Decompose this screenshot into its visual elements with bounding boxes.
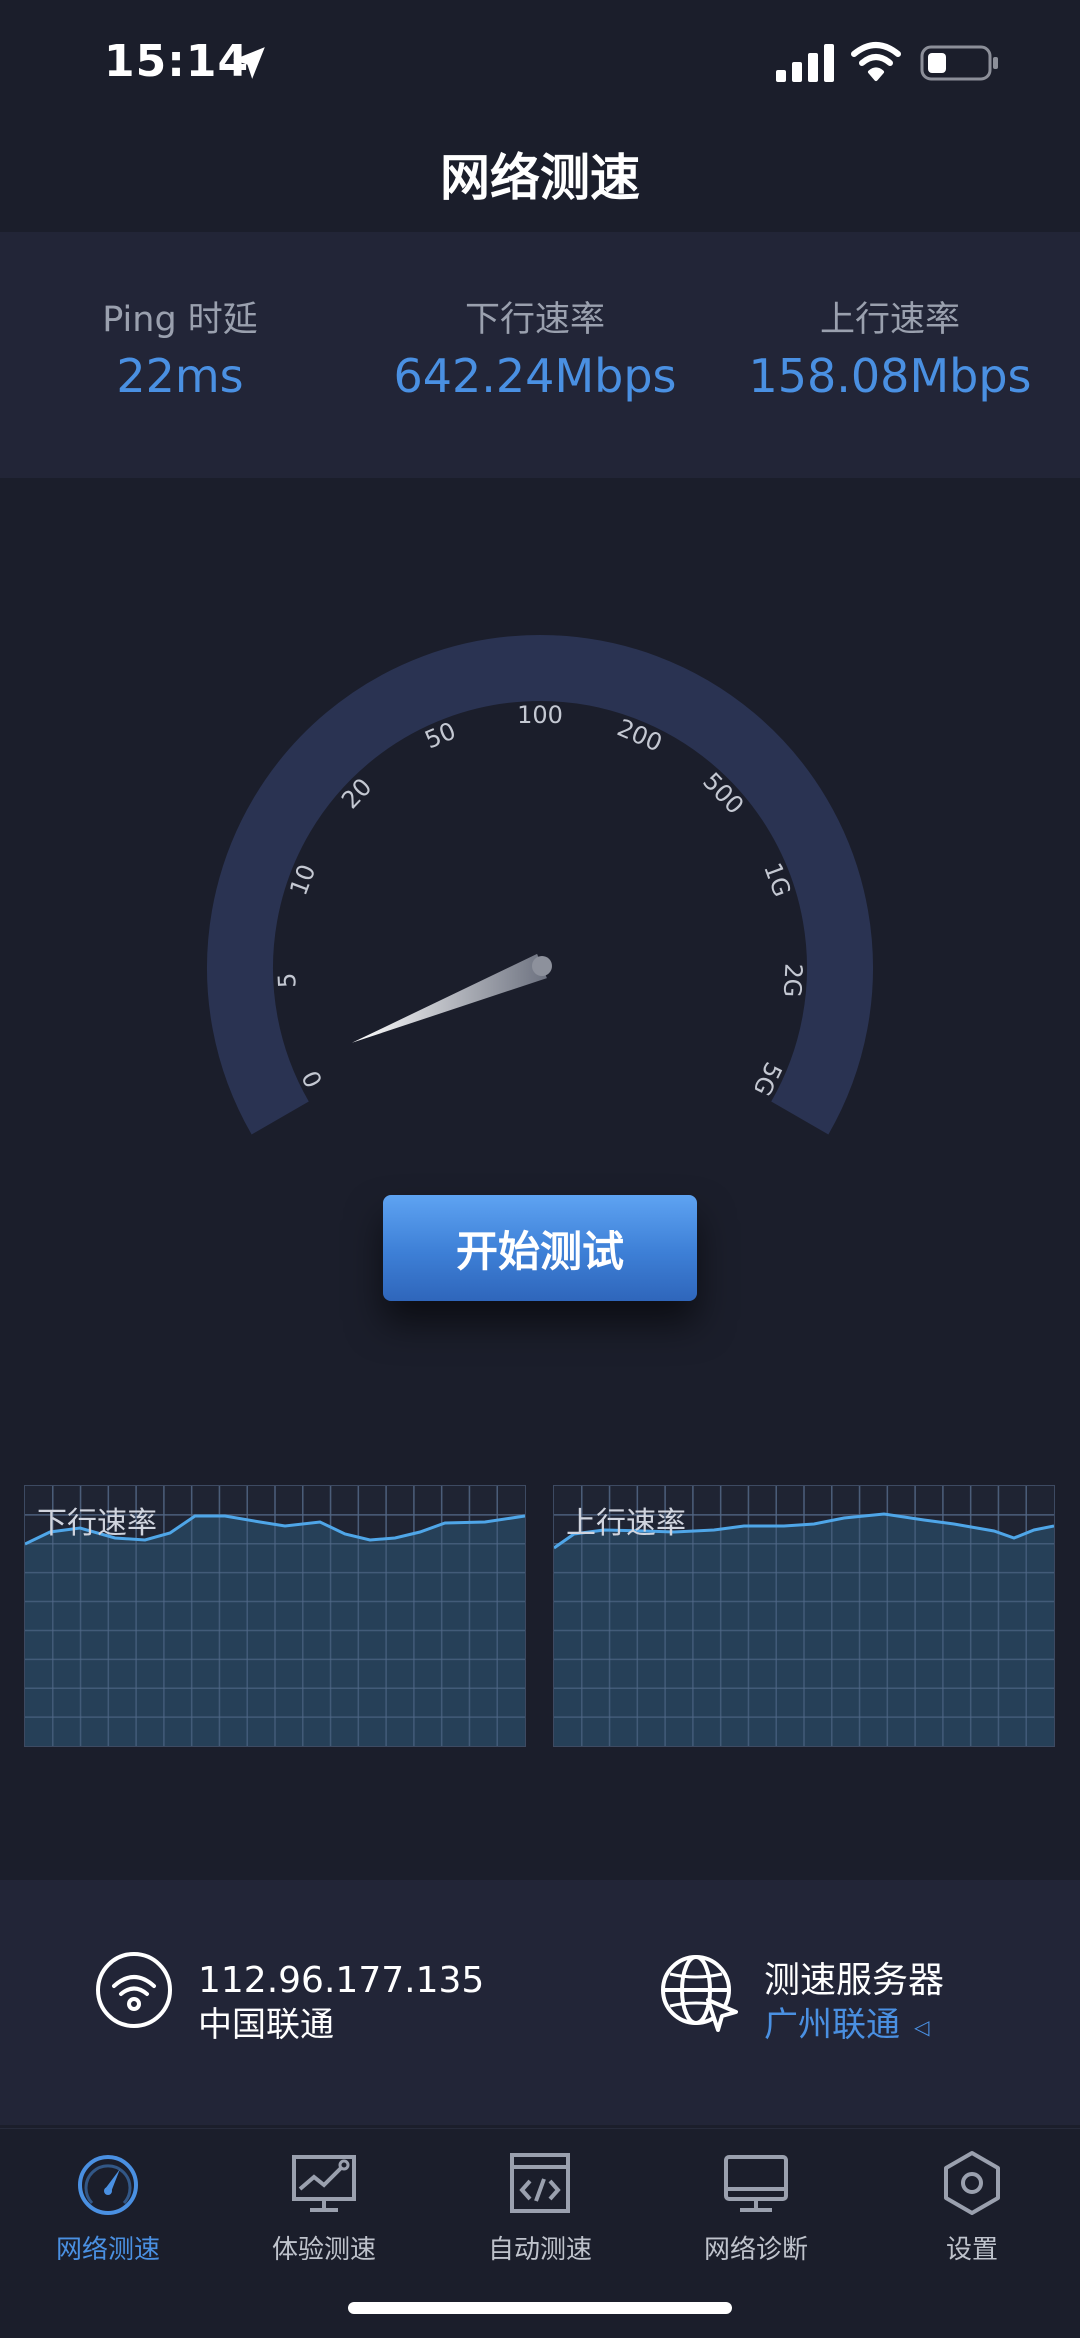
stats-panel: Ping 时延 22ms 下行速率 642.24Mbps 上行速率 158.08…: [0, 232, 1080, 478]
upload-chart-label: 上行速率: [566, 1506, 686, 1541]
tab-label: 体验测速: [271, 2235, 376, 2265]
speedometer-icon: [78, 2155, 138, 2215]
ip-address: 112.96.177.135: [198, 1960, 485, 2001]
download-chart: 下行速率: [24, 1485, 526, 1747]
server-selector[interactable]: 广州联通 ◁: [764, 2004, 944, 2048]
start-test-button[interactable]: 开始测试: [383, 1195, 697, 1301]
wifi-icon: [851, 42, 901, 81]
tab-label: 网络诊断: [703, 2235, 808, 2265]
monitor-icon: [724, 2155, 788, 2212]
upload-chart: 上行速率: [553, 1485, 1055, 1747]
hexagon-gear-icon: [944, 2151, 1000, 2215]
tab-settings[interactable]: 设置: [864, 2147, 1080, 2266]
ping-value: 22ms: [116, 349, 244, 403]
ping-label: Ping 时延: [102, 300, 258, 340]
speed-gauge: 05102050100 2005001G2G5G: [207, 634, 873, 1135]
ping-stat: Ping 时延 22ms: [80, 298, 280, 406]
globe-cursor-icon: [661, 1955, 738, 2032]
connection-info: 112.96.177.135 中国联通 测速服务器 广州联通 ◁: [0, 1880, 1080, 2125]
tab-auto-test[interactable]: 自动测速: [432, 2147, 648, 2266]
download-value: 642.24Mbps: [393, 349, 677, 403]
gauge-tick-label: 0: [297, 1066, 329, 1092]
signal-icon: [776, 44, 834, 82]
gauge-tick-label: 100: [517, 701, 563, 729]
tab-label: 网络测速: [55, 2235, 160, 2265]
battery-icon: [920, 45, 998, 81]
download-chart-label: 下行速率: [37, 1506, 157, 1541]
server-info[interactable]: 测速服务器 广州联通 ◁: [764, 1960, 944, 2048]
gauge-needle-hub: [532, 956, 552, 976]
location-arrow-icon: [233, 47, 265, 79]
upload-stat: 上行速率 158.08Mbps: [740, 298, 1040, 406]
gauge-tick-label: 5: [273, 972, 302, 989]
download-stat: 下行速率 642.24Mbps: [380, 298, 690, 406]
upload-value: 158.08Mbps: [748, 349, 1032, 403]
upload-label: 上行速率: [819, 300, 960, 340]
status-bar: 15:14: [0, 0, 1080, 130]
wifi-circle-icon: [96, 1952, 172, 2028]
tab-speed-test[interactable]: 网络测速: [0, 2147, 216, 2266]
caret-left-icon: ◁: [914, 2014, 930, 2039]
code-window-icon: [510, 2153, 570, 2213]
download-label: 下行速率: [464, 300, 605, 340]
chart-monitor-icon: [292, 2155, 356, 2212]
tab-network-diagnosis[interactable]: 网络诊断: [648, 2147, 864, 2266]
gauge-arc: [207, 634, 873, 1135]
gauge-tick-label: 2G: [778, 963, 808, 998]
page-title: 网络测速: [440, 149, 640, 207]
isp-name: 中国联通: [198, 2005, 334, 2045]
tab-label: 自动测速: [487, 2235, 592, 2265]
tab-experience-test[interactable]: 体验测速: [216, 2147, 432, 2266]
server-title: 测速服务器: [764, 1960, 945, 2001]
tab-label: 设置: [945, 2235, 998, 2265]
server-name: 广州联通: [764, 2005, 900, 2045]
home-indicator: [348, 2302, 732, 2314]
ip-info: 112.96.177.135 中国联通: [198, 1960, 484, 2046]
gauge-needle: [351, 953, 547, 1043]
status-time: 15:14: [104, 36, 250, 87]
